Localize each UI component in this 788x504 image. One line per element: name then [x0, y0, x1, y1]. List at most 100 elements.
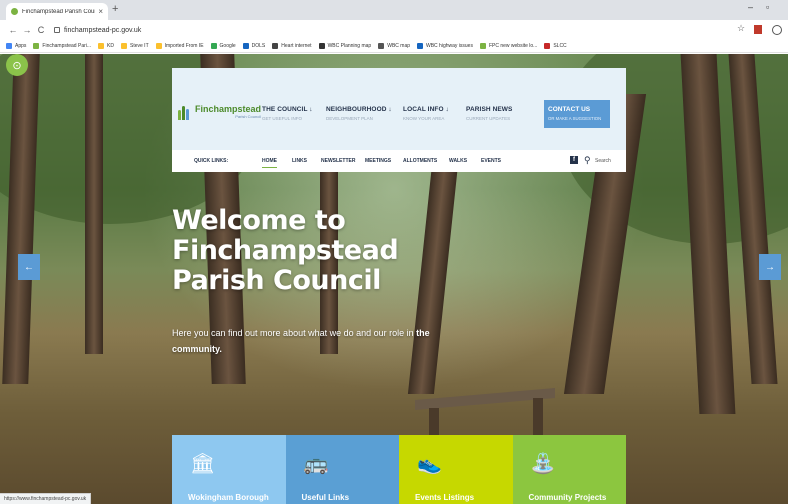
- bookmark-icon: [544, 43, 551, 49]
- bookmark-icon: [242, 43, 249, 49]
- nav-subtitle: CURRENT UPDATES: [466, 116, 511, 121]
- bookmark-label: Apps: [15, 43, 27, 49]
- slider-next-arrow-icon[interactable]: →: [759, 254, 781, 280]
- slider-prev-arrow-icon[interactable]: ←: [18, 254, 40, 280]
- bookmark-item[interactable]: WBC highway issues: [417, 43, 473, 49]
- tab-title: Finchampstead Parish Council –: [22, 8, 95, 15]
- reload-icon[interactable]: C: [34, 25, 48, 35]
- hero-title-line: Welcome to: [172, 205, 346, 236]
- bookmark-item[interactable]: Finchampstead Pari...: [33, 43, 91, 49]
- address-bar[interactable]: finchampstead-pc.gov.uk: [54, 23, 734, 37]
- site-logo[interactable]: Finchampstead Parish Council: [178, 104, 261, 120]
- browser-tab[interactable]: Finchampstead Parish Council – ×: [6, 3, 108, 20]
- nav-neighbourhood[interactable]: NEIGHBOURHOOD ↓ DEVELOPMENT PLAN: [326, 106, 392, 121]
- bookmark-icon: [6, 43, 12, 49]
- quick-links-bar: QUICK LINKS: HOME LINKS NEWSLETTER MEETI…: [172, 150, 626, 172]
- bookmarks-bar: Apps Finchampstead Pari... KD Steve IT Impor…: [0, 40, 788, 53]
- bookmark-label: Finchampstead Pari...: [42, 43, 92, 49]
- bookmark-icon: [272, 43, 279, 49]
- tile-community-projects[interactable]: ⛲ Community Projects: [512, 435, 626, 504]
- tile-wokingham-borough[interactable]: 🏛 Wokingham Borough: [172, 435, 286, 504]
- quick-link-walks[interactable]: WALKS: [449, 158, 467, 164]
- quick-link-allotments[interactable]: ALLOTMENTS: [403, 158, 437, 164]
- hero-subtitle: Here you can find out more about what we…: [172, 325, 462, 357]
- tab-close-icon[interactable]: ×: [98, 7, 103, 16]
- bookmark-label: Heart internet: [281, 43, 312, 49]
- address-url[interactable]: finchampstead-pc.gov.uk: [64, 27, 141, 34]
- restore-button[interactable]: ▫: [766, 2, 769, 12]
- tile-useful-links[interactable]: 🚌 Useful Links: [285, 435, 399, 504]
- site-favicon-icon: [11, 8, 18, 15]
- tile-label: Useful Links: [301, 493, 350, 502]
- bookmark-icon: [33, 43, 40, 49]
- playground-icon: ⛲: [530, 453, 556, 475]
- bookmark-icon: [479, 43, 486, 49]
- bookmark-item[interactable]: KD: [98, 43, 114, 49]
- nav-title: PARISH NEWS: [466, 106, 513, 113]
- bookmark-item[interactable]: WBC Planning map: [318, 43, 372, 49]
- bookmark-item[interactable]: Steve IT: [121, 43, 149, 49]
- nav-title: LOCAL INFO ↓: [403, 106, 449, 113]
- back-arrow-icon[interactable]: ←: [6, 25, 20, 35]
- brand-name: Finchampstead: [195, 104, 262, 114]
- quick-link-events[interactable]: EVENTS: [481, 158, 501, 164]
- bookmark-item[interactable]: Google: [210, 43, 236, 49]
- quick-link-newsletter[interactable]: NEWSLETTER: [321, 158, 355, 164]
- tile-events-listings[interactable]: 👟 Events Listings: [399, 435, 513, 504]
- facebook-icon[interactable]: f: [570, 156, 578, 164]
- site-header: Finchampstead Parish Council THE COUNCIL…: [172, 68, 626, 172]
- minimize-button[interactable]: –: [748, 2, 753, 12]
- bookmark-label: WBC map: [387, 43, 410, 49]
- bookmark-icon: [210, 43, 217, 49]
- hero-title-line: Parish Council: [172, 265, 381, 296]
- bookmark-label: KD: [107, 43, 114, 49]
- bookmark-item[interactable]: SLCC: [544, 43, 567, 49]
- bookmark-label: Imported From IE: [164, 43, 204, 49]
- webpage: ⊙ Finchampstead Parish Council THE COUNC…: [0, 54, 788, 504]
- bookmark-item[interactable]: Heart internet: [272, 43, 312, 49]
- hero-subtitle-text: Here you can find out more about what we…: [172, 328, 417, 338]
- hero-title: Welcome to Finchampstead Parish Council: [172, 205, 399, 296]
- search-icon[interactable]: ⚲: [584, 155, 591, 166]
- tile-label: Wokingham Borough: [188, 493, 269, 502]
- bookmark-label: Google: [219, 43, 236, 49]
- bookmark-item[interactable]: Apps: [6, 43, 26, 49]
- bookmark-item[interactable]: WBC map: [378, 43, 410, 49]
- forward-arrow-icon[interactable]: →: [20, 25, 34, 35]
- bookmark-label: FPC new website lo...: [488, 43, 538, 49]
- quick-links-label: QUICK LINKS:: [194, 158, 229, 164]
- new-tab-button[interactable]: +: [112, 3, 118, 15]
- nav-parish-news[interactable]: PARISH NEWS CURRENT UPDATES: [466, 106, 512, 121]
- hero-title-line: Finchampstead: [172, 235, 399, 266]
- nav-subtitle: GET USEFUL INFO: [262, 116, 303, 121]
- search-label[interactable]: Search: [595, 158, 611, 164]
- bookmark-icon: [155, 43, 162, 49]
- nav-subtitle: DEVELOPMENT PLAN: [326, 116, 373, 121]
- quick-link-meetings[interactable]: MEETINGS: [365, 158, 391, 164]
- account-icon[interactable]: [772, 25, 782, 35]
- contact-us-button[interactable]: CONTACT US OR MAKE A SUGGESTION: [544, 100, 610, 128]
- quick-link-home[interactable]: HOME: [262, 158, 277, 168]
- nav-local-info[interactable]: LOCAL INFO ↓ KNOW YOUR AREA: [403, 106, 449, 121]
- shoe-icon: 👟: [417, 453, 442, 475]
- quick-link-links[interactable]: LINKS: [292, 158, 307, 164]
- contact-title: CONTACT US: [548, 106, 591, 113]
- bookmark-label: Steve IT: [130, 43, 149, 49]
- nav-title: THE COUNCIL ↓: [262, 106, 313, 113]
- accessibility-icon[interactable]: ⊙: [6, 54, 28, 76]
- bookmark-star-icon[interactable]: ☆: [737, 23, 745, 34]
- status-bar-url: https://www.finchampstead-pc.gov.uk: [0, 493, 92, 504]
- bookmark-label: WBC Planning map: [327, 43, 372, 49]
- bookmark-item[interactable]: FPC new website lo...: [479, 43, 538, 49]
- bookmark-item[interactable]: Imported From IE: [155, 43, 204, 49]
- bookmark-item[interactable]: DOLS: [242, 43, 265, 49]
- contact-subtitle: OR MAKE A SUGGESTION: [548, 116, 602, 121]
- tile-label: Community Projects: [528, 493, 607, 502]
- feature-tiles: 🏛 Wokingham Borough 🚌 Useful Links 👟 Eve…: [172, 435, 626, 504]
- nav-the-council[interactable]: THE COUNCIL ↓ GET USEFUL INFO: [262, 106, 313, 121]
- extension-icon[interactable]: [754, 25, 762, 34]
- bookmark-label: WBC highway issues: [426, 43, 473, 49]
- brand-subtitle: Parish Council: [235, 114, 262, 119]
- logo-grass-icon: [178, 104, 192, 120]
- tree-trunk: [407, 164, 459, 394]
